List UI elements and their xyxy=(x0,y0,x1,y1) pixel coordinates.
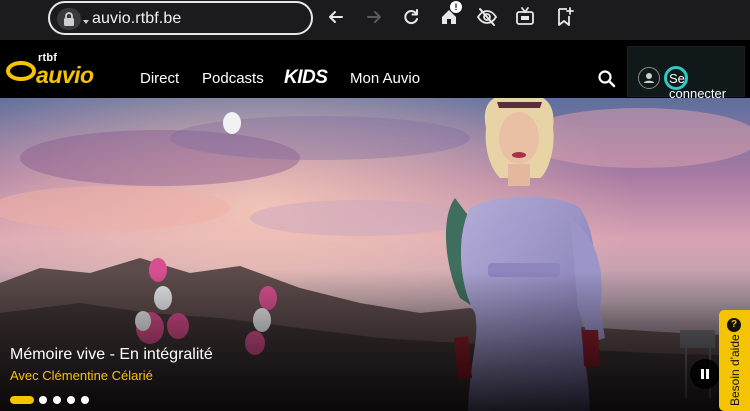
address-bar[interactable]: auvio.rtbf.be xyxy=(48,1,313,35)
nav-kids[interactable]: KIDS xyxy=(284,67,328,89)
carousel-dot-4[interactable] xyxy=(67,396,75,404)
hide-button[interactable] xyxy=(476,6,498,28)
carousel-dot-2[interactable] xyxy=(39,396,47,404)
user-icon xyxy=(644,73,654,83)
help-label: Besoin d'aide xyxy=(728,334,742,406)
tv-mode-button[interactable] xyxy=(514,6,536,28)
home-badge: ! xyxy=(450,1,462,13)
pause-button[interactable] xyxy=(690,359,720,389)
home-button[interactable]: ! xyxy=(438,1,462,28)
auvio-logo[interactable]: rtbf auvio xyxy=(6,52,102,88)
pause-icon xyxy=(701,369,704,379)
logo-swoosh-icon xyxy=(6,61,36,81)
reload-icon xyxy=(404,9,418,25)
carousel-dot-5[interactable] xyxy=(81,396,89,404)
lock-icon xyxy=(64,12,74,26)
login-button[interactable]: Se connecter xyxy=(669,71,744,101)
search-icon xyxy=(598,70,616,88)
hero-banner[interactable] xyxy=(0,98,750,411)
pause-icon-bar xyxy=(706,369,709,379)
hero-title[interactable]: Mémoire vive - En intégralité xyxy=(10,346,213,364)
hero-image xyxy=(0,98,750,411)
search-button[interactable] xyxy=(596,68,618,90)
back-arrow-icon xyxy=(329,11,343,23)
nav-mon-auvio[interactable]: Mon Auvio xyxy=(350,70,420,87)
carousel-dot-1[interactable] xyxy=(10,396,34,404)
hero-subtitle: Avec Clémentine Célarié xyxy=(10,368,153,383)
login-area: Se connecter xyxy=(627,46,745,101)
eye-off-icon xyxy=(476,8,498,26)
chevron-down-icon xyxy=(83,20,89,24)
nav-direct[interactable]: Direct xyxy=(140,70,179,87)
carousel-dot-3[interactable] xyxy=(53,396,61,404)
help-tab[interactable]: ? Besoin d'aide xyxy=(719,310,750,411)
tv-icon xyxy=(516,7,534,25)
reload-button[interactable] xyxy=(400,6,422,28)
logo-auvio-text: auvio xyxy=(36,62,94,88)
account-button[interactable] xyxy=(638,67,660,89)
help-icon: ? xyxy=(727,318,741,332)
url-text[interactable]: auvio.rtbf.be xyxy=(92,10,181,28)
nav-podcasts[interactable]: Podcasts xyxy=(202,70,264,87)
forward-button[interactable] xyxy=(363,6,385,28)
bookmark-button[interactable] xyxy=(553,6,575,28)
forward-arrow-icon xyxy=(367,11,381,23)
bookmark-add-icon xyxy=(558,7,574,26)
back-button[interactable] xyxy=(325,6,347,28)
browser-toolbar: auvio.rtbf.be ! xyxy=(0,0,750,40)
site-info-button[interactable] xyxy=(57,8,89,30)
